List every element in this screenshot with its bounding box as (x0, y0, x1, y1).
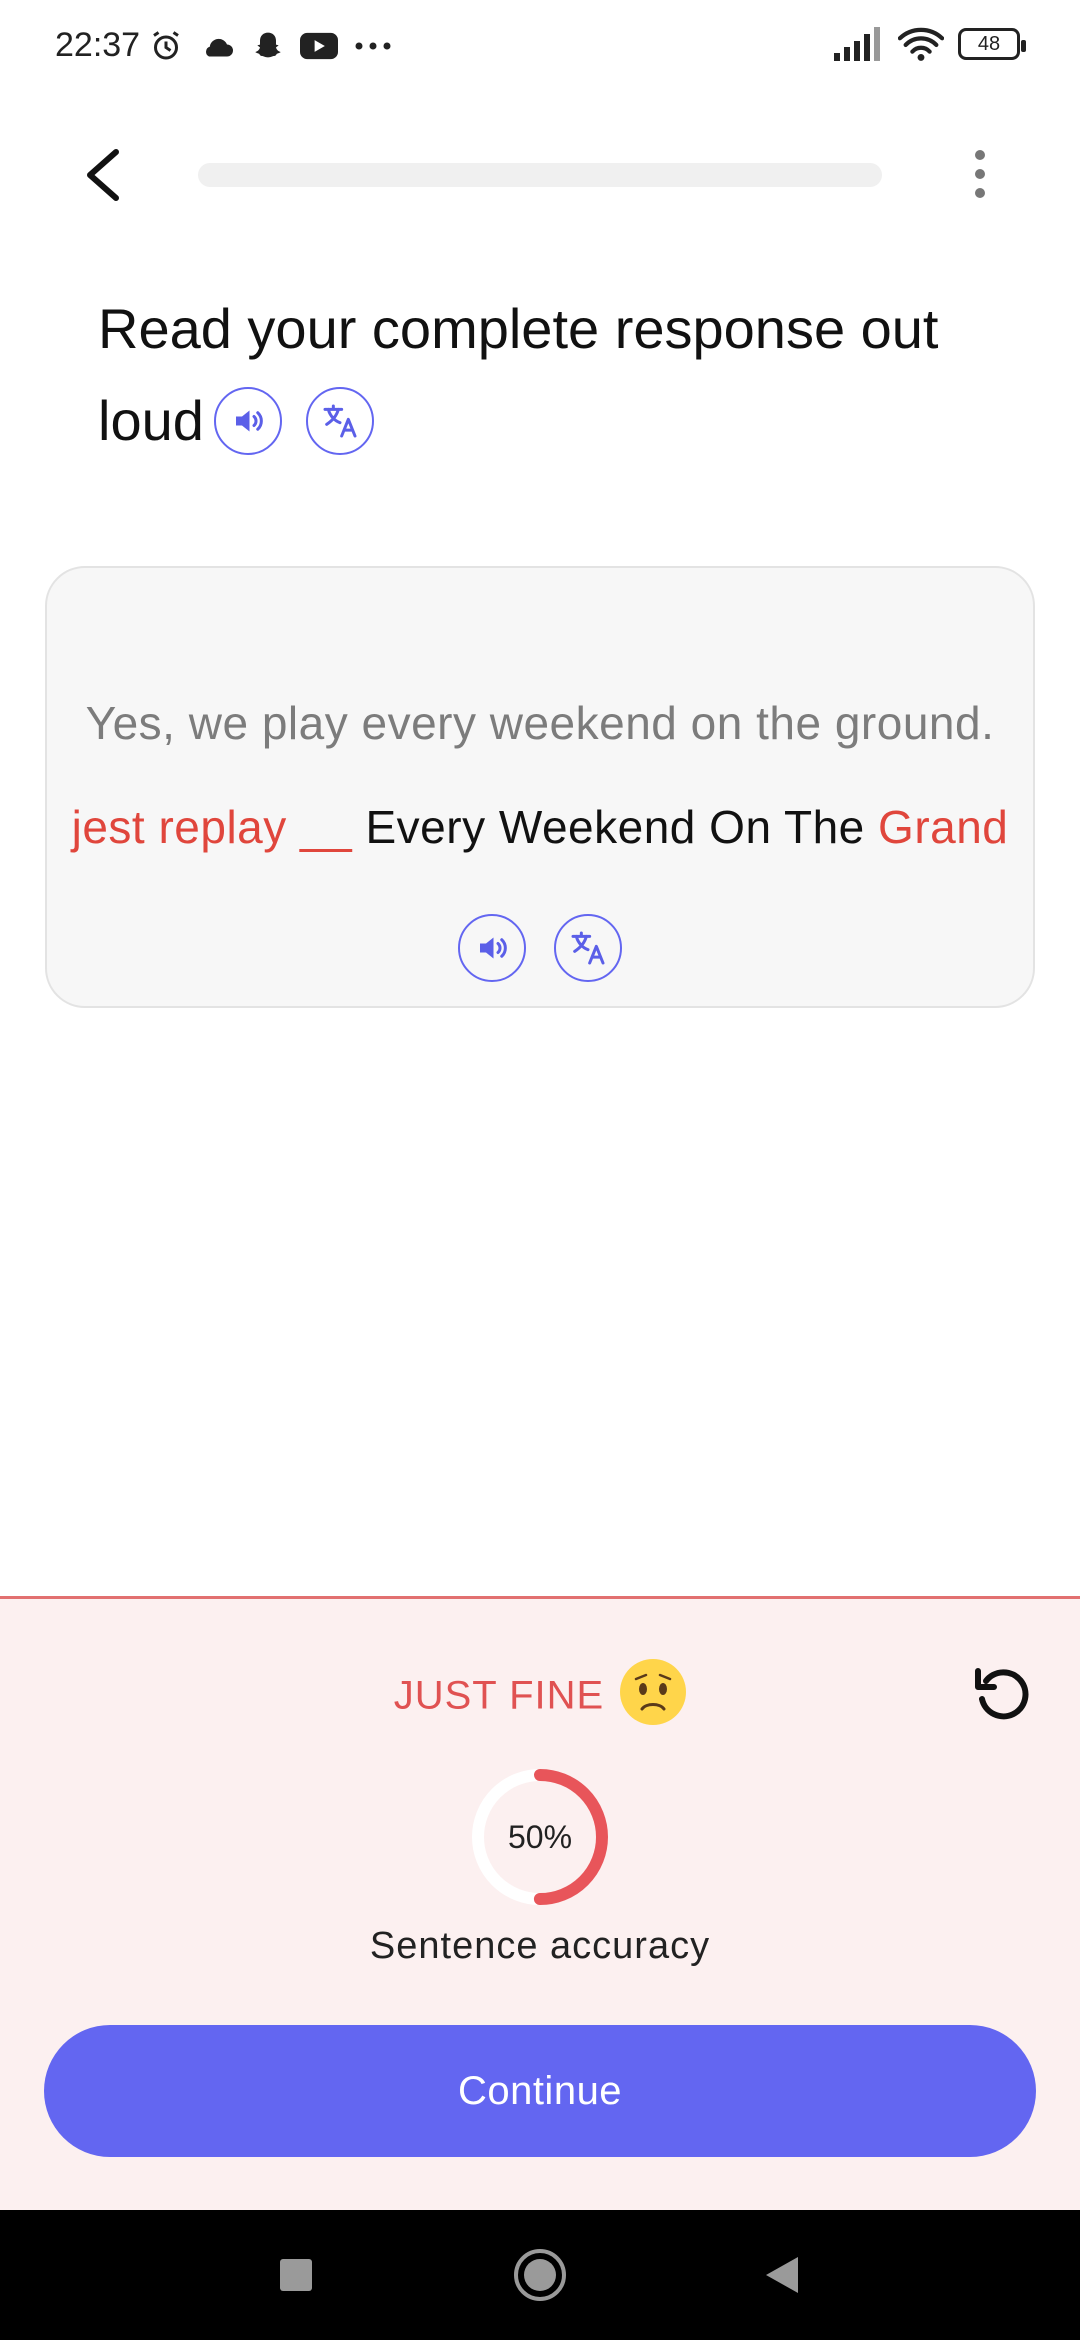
recognized-word-missing: __ (300, 801, 353, 853)
retry-button[interactable] (968, 1659, 1036, 1727)
card-translate-button[interactable] (554, 914, 622, 982)
signal-icon (834, 27, 880, 61)
title-play-audio-button[interactable] (213, 387, 282, 456)
triangle-back-icon (766, 2257, 798, 2293)
result-rating: JUST FINE (0, 1659, 1080, 1731)
home-circle-icon (514, 2249, 566, 2301)
alarm-icon (153, 31, 179, 60)
speaker-icon (235, 410, 263, 432)
target-sentence: Yes, we play every weekend on the ground… (85, 697, 995, 749)
youtube-icon (300, 32, 338, 60)
lesson-progress-bar (198, 163, 882, 187)
prompt-title-row: Read your complete response out loud (98, 283, 1018, 467)
recognized-word-correct: Weekend (498, 801, 696, 853)
kebab-dot-icon (975, 169, 985, 179)
back-button[interactable] (70, 140, 140, 210)
more-options-button[interactable] (960, 144, 1000, 204)
battery-level: 48 (977, 32, 1001, 55)
recognized-word-incorrect: replay (158, 801, 287, 853)
recognized-word-incorrect: jest (71, 801, 146, 853)
snapchat-icon (255, 32, 281, 58)
result-label: JUST FINE (393, 1673, 605, 1718)
accuracy-label: Sentence accuracy (369, 1925, 711, 1967)
cloud-icon (206, 38, 233, 57)
title-translate-button[interactable] (305, 387, 374, 456)
home-button[interactable] (505, 2240, 575, 2310)
recognized-word-incorrect: Grand (878, 801, 1009, 853)
recognized-sentence: jest replay __ Every Weekend On The Gran… (47, 800, 1033, 854)
accuracy-percent: 50% (507, 1818, 573, 1855)
sentence-card: Yes, we play every weekend on the ground… (45, 566, 1035, 1008)
kebab-dot-icon (975, 188, 985, 198)
status-bar: 22:37 48 (0, 0, 1080, 96)
card-actions (47, 914, 1033, 982)
recognized-word-correct: On (709, 801, 772, 853)
card-play-audio-button[interactable] (458, 914, 526, 982)
chevron-left-icon (87, 149, 119, 201)
more-dots-icon (355, 42, 391, 50)
retry-icon (975, 1668, 1029, 1720)
battery-icon: 48 (958, 28, 1026, 60)
recents-button[interactable] (261, 2240, 331, 2310)
status-icons-left (148, 28, 392, 64)
worried-face-icon (620, 1659, 687, 1725)
wifi-icon (898, 27, 944, 61)
result-panel: JUST FINE 50% Sentence accuracy Continue (0, 1596, 1080, 2210)
status-time: 22:37 (55, 26, 141, 64)
speaker-icon (480, 937, 507, 959)
translate-icon (323, 404, 357, 438)
back-nav-button[interactable] (747, 2240, 817, 2310)
recognized-word-correct: Every (365, 801, 486, 853)
square-icon (280, 2259, 312, 2291)
recognized-word-correct: The (784, 801, 865, 853)
system-nav-bar (0, 2210, 1080, 2340)
status-icons-right: 48 (834, 26, 1026, 62)
page: 22:37 48 Read your complete response out… (0, 0, 1080, 2340)
translate-icon (571, 931, 605, 965)
continue-button[interactable]: Continue (44, 2025, 1036, 2157)
kebab-dot-icon (975, 150, 985, 160)
accuracy-gauge: 50% (470, 1767, 610, 1907)
